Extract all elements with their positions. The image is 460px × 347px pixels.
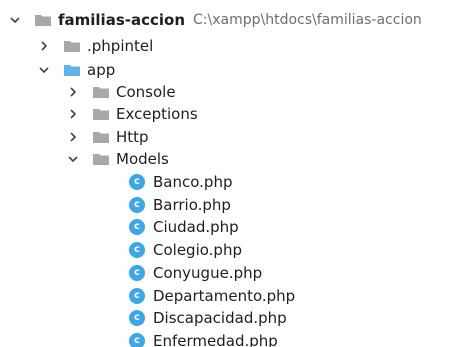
folder-label: Http: [116, 127, 149, 146]
chevron-down-icon[interactable]: [66, 152, 80, 166]
file-item[interactable]: c Conyugue.php: [0, 261, 460, 284]
folder-icon: [92, 85, 110, 99]
chevron-down-icon[interactable]: [37, 63, 51, 77]
project-tree: familias-accion C:\xampp\htdocs\familias…: [0, 0, 460, 347]
folder-icon: [63, 63, 81, 77]
file-item[interactable]: c Colegio.php: [0, 238, 460, 261]
file-item[interactable]: c Ciudad.php: [0, 215, 460, 238]
chevron-right-icon[interactable]: [66, 107, 80, 121]
chevron-right-icon[interactable]: [66, 130, 80, 144]
file-label: Colegio.php: [153, 240, 242, 259]
tree-root[interactable]: familias-accion C:\xampp\htdocs\familias…: [0, 8, 460, 31]
file-item[interactable]: c Discapacidad.php: [0, 306, 460, 329]
tree-item-console[interactable]: Console: [0, 80, 460, 103]
folder-label: Exceptions: [116, 104, 198, 123]
file-label: Discapacidad.php: [153, 308, 287, 327]
file-item[interactable]: c Enfermedad.php: [0, 329, 460, 347]
tree-item-app[interactable]: app: [0, 58, 460, 81]
folder-icon: [34, 13, 52, 27]
file-label: Banco.php: [153, 172, 233, 191]
php-class-icon: c: [129, 196, 145, 213]
chevron-right-icon[interactable]: [37, 39, 51, 53]
chevron-right-icon[interactable]: [66, 85, 80, 99]
file-label: Enfermedad.php: [153, 331, 278, 347]
folder-label: .phpintel: [87, 36, 154, 55]
chevron-down-icon[interactable]: [8, 13, 22, 27]
folder-icon: [92, 130, 110, 144]
file-item[interactable]: c Banco.php: [0, 170, 460, 193]
file-label: Conyugue.php: [153, 263, 263, 282]
php-class-icon: c: [129, 173, 145, 190]
tree-item-http[interactable]: Http: [0, 125, 460, 148]
php-class-icon: c: [129, 287, 145, 304]
folder-icon: [63, 39, 81, 53]
folder-label: Models: [116, 149, 169, 168]
folder-icon: [92, 107, 110, 121]
project-name: familias-accion: [58, 10, 186, 29]
tree-item-phpintel[interactable]: .phpintel: [0, 34, 460, 57]
php-class-icon: c: [129, 218, 145, 235]
folder-label: Console: [116, 82, 176, 101]
php-class-icon: c: [129, 264, 145, 281]
folder-icon: [92, 152, 110, 166]
file-label: Barrio.php: [153, 195, 231, 214]
php-class-icon: c: [129, 241, 145, 258]
file-label: Departamento.php: [153, 286, 296, 305]
file-label: Ciudad.php: [153, 217, 239, 236]
file-item[interactable]: c Departamento.php: [0, 284, 460, 307]
folder-label: app: [87, 60, 116, 79]
project-path: C:\xampp\htdocs\familias-accion: [193, 11, 422, 28]
php-class-icon: c: [129, 309, 145, 326]
tree-item-exceptions[interactable]: Exceptions: [0, 102, 460, 125]
file-item[interactable]: c Barrio.php: [0, 193, 460, 216]
php-class-icon: c: [129, 332, 145, 347]
tree-item-models[interactable]: Models: [0, 147, 460, 170]
